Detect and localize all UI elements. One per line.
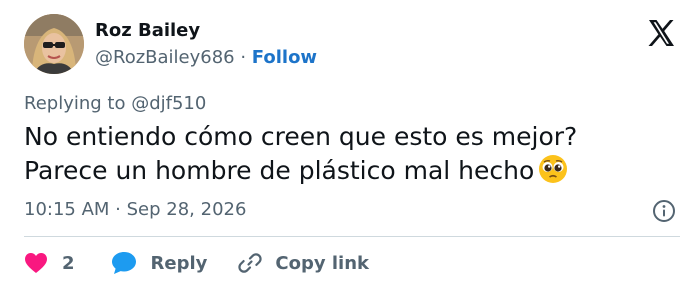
reply-label: Reply bbox=[150, 252, 208, 274]
follow-button[interactable]: Follow bbox=[252, 47, 317, 68]
link-icon bbox=[237, 250, 263, 276]
tweet-time: 10:15 AM bbox=[24, 199, 110, 220]
reply-button[interactable]: Reply bbox=[111, 251, 208, 275]
heart-icon bbox=[24, 252, 48, 274]
like-count: 2 bbox=[62, 252, 75, 274]
tweet-text-line1: No entiendo cómo creen que esto es mejor… bbox=[24, 122, 578, 151]
date-separator: · bbox=[109, 199, 127, 220]
tweet-text-line2-container: Parece un hombre de plástico mal hecho bbox=[24, 154, 684, 193]
avatar[interactable] bbox=[24, 14, 84, 74]
copy-link-button[interactable]: Copy link bbox=[237, 250, 369, 276]
copy-link-label: Copy link bbox=[275, 252, 369, 274]
x-logo-icon[interactable] bbox=[646, 18, 676, 48]
replying-handle-link[interactable]: @djf510 bbox=[131, 93, 206, 114]
replying-to: Replying to @djf510 bbox=[24, 93, 206, 114]
author-handle[interactable]: @RozBailey686 bbox=[95, 47, 235, 68]
tweet-text: No entiendo cómo creen que esto es mejor… bbox=[24, 120, 684, 193]
tweet-date: Sep 28, 2026 bbox=[126, 199, 247, 220]
reply-bubble-icon bbox=[111, 251, 137, 275]
replying-prefix: Replying to bbox=[24, 93, 132, 114]
handle-separator: · bbox=[234, 47, 252, 68]
author-name[interactable]: Roz Bailey bbox=[95, 20, 200, 41]
divider bbox=[24, 236, 680, 237]
action-bar: 2 Reply Copy link bbox=[24, 250, 369, 276]
tweet-timestamp[interactable]: 10:15 AM · Sep 28, 2026 bbox=[24, 199, 246, 220]
handle-line: @RozBailey686 · Follow bbox=[95, 47, 317, 68]
like-button[interactable]: 2 bbox=[24, 252, 75, 274]
avatar-photo bbox=[24, 14, 84, 74]
tweet-text-line2: Parece un hombre de plástico mal hecho bbox=[24, 156, 535, 185]
info-icon[interactable] bbox=[652, 199, 676, 223]
pleading-face-icon bbox=[538, 154, 568, 193]
